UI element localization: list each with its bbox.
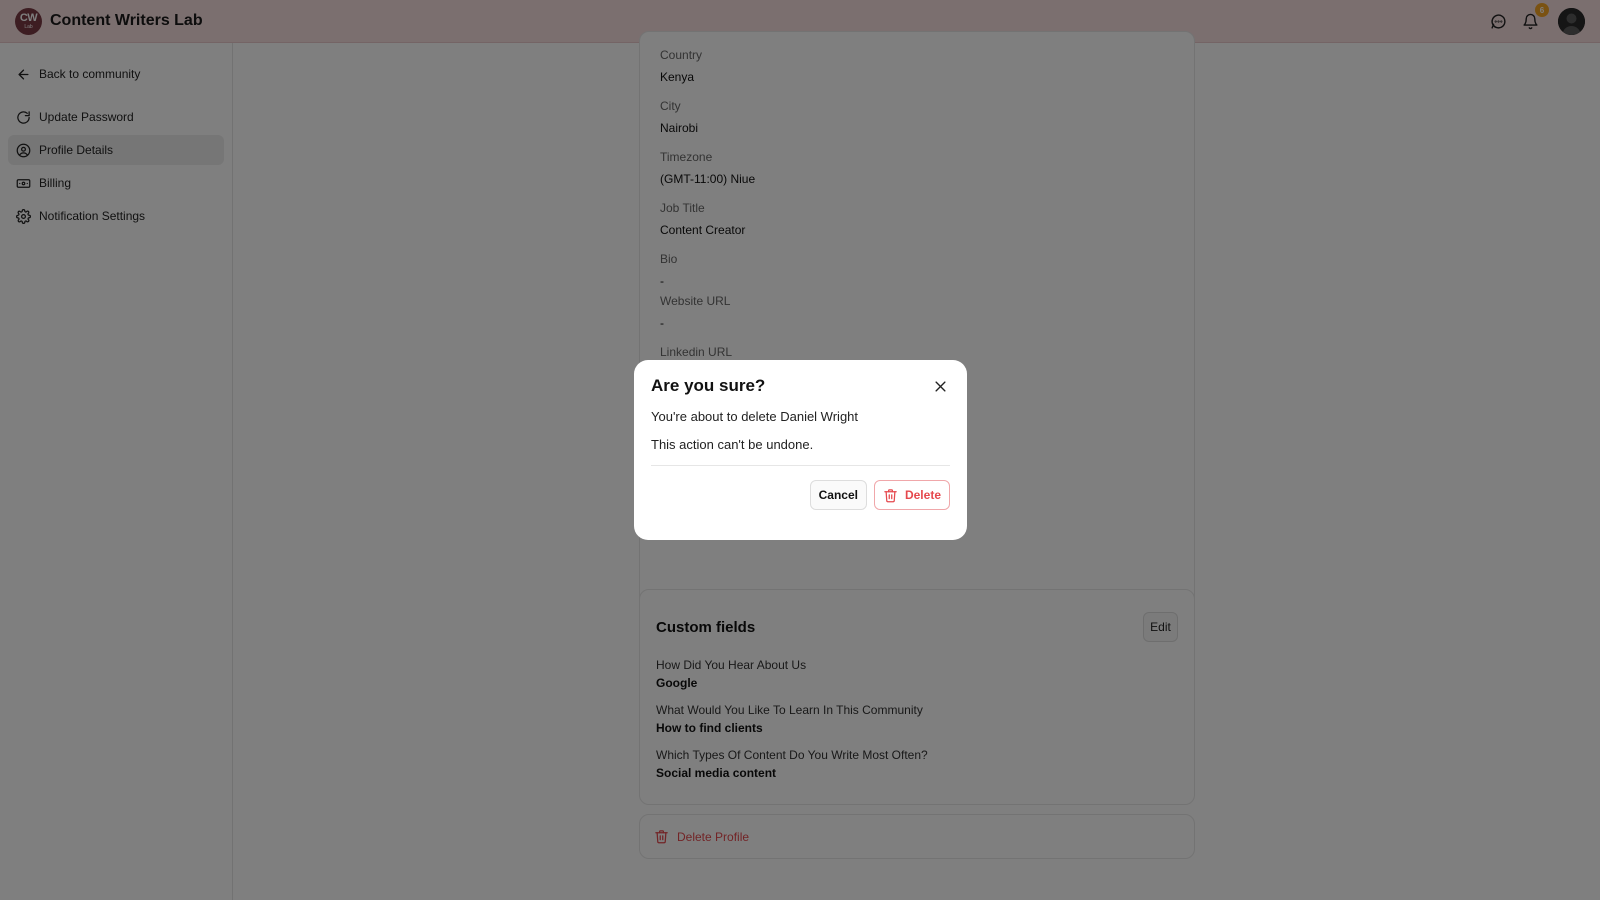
confirm-delete-dialog: Are you sure? You're about to delete Dan… <box>634 360 967 540</box>
delete-button-label: Delete <box>904 488 941 502</box>
dialog-actions: Cancel Delete <box>651 480 950 510</box>
dialog-title: Are you sure? <box>651 376 766 395</box>
dialog-header: Are you sure? <box>651 376 950 396</box>
cancel-button[interactable]: Cancel <box>809 480 867 510</box>
close-icon[interactable] <box>930 376 950 396</box>
dialog-message: You're about to delete Daniel Wright <box>651 409 859 424</box>
divider <box>651 465 950 466</box>
dialog-warning: This action can't be undone. <box>651 437 814 452</box>
delete-button[interactable]: Delete <box>873 480 950 510</box>
trash-icon <box>884 488 897 502</box>
